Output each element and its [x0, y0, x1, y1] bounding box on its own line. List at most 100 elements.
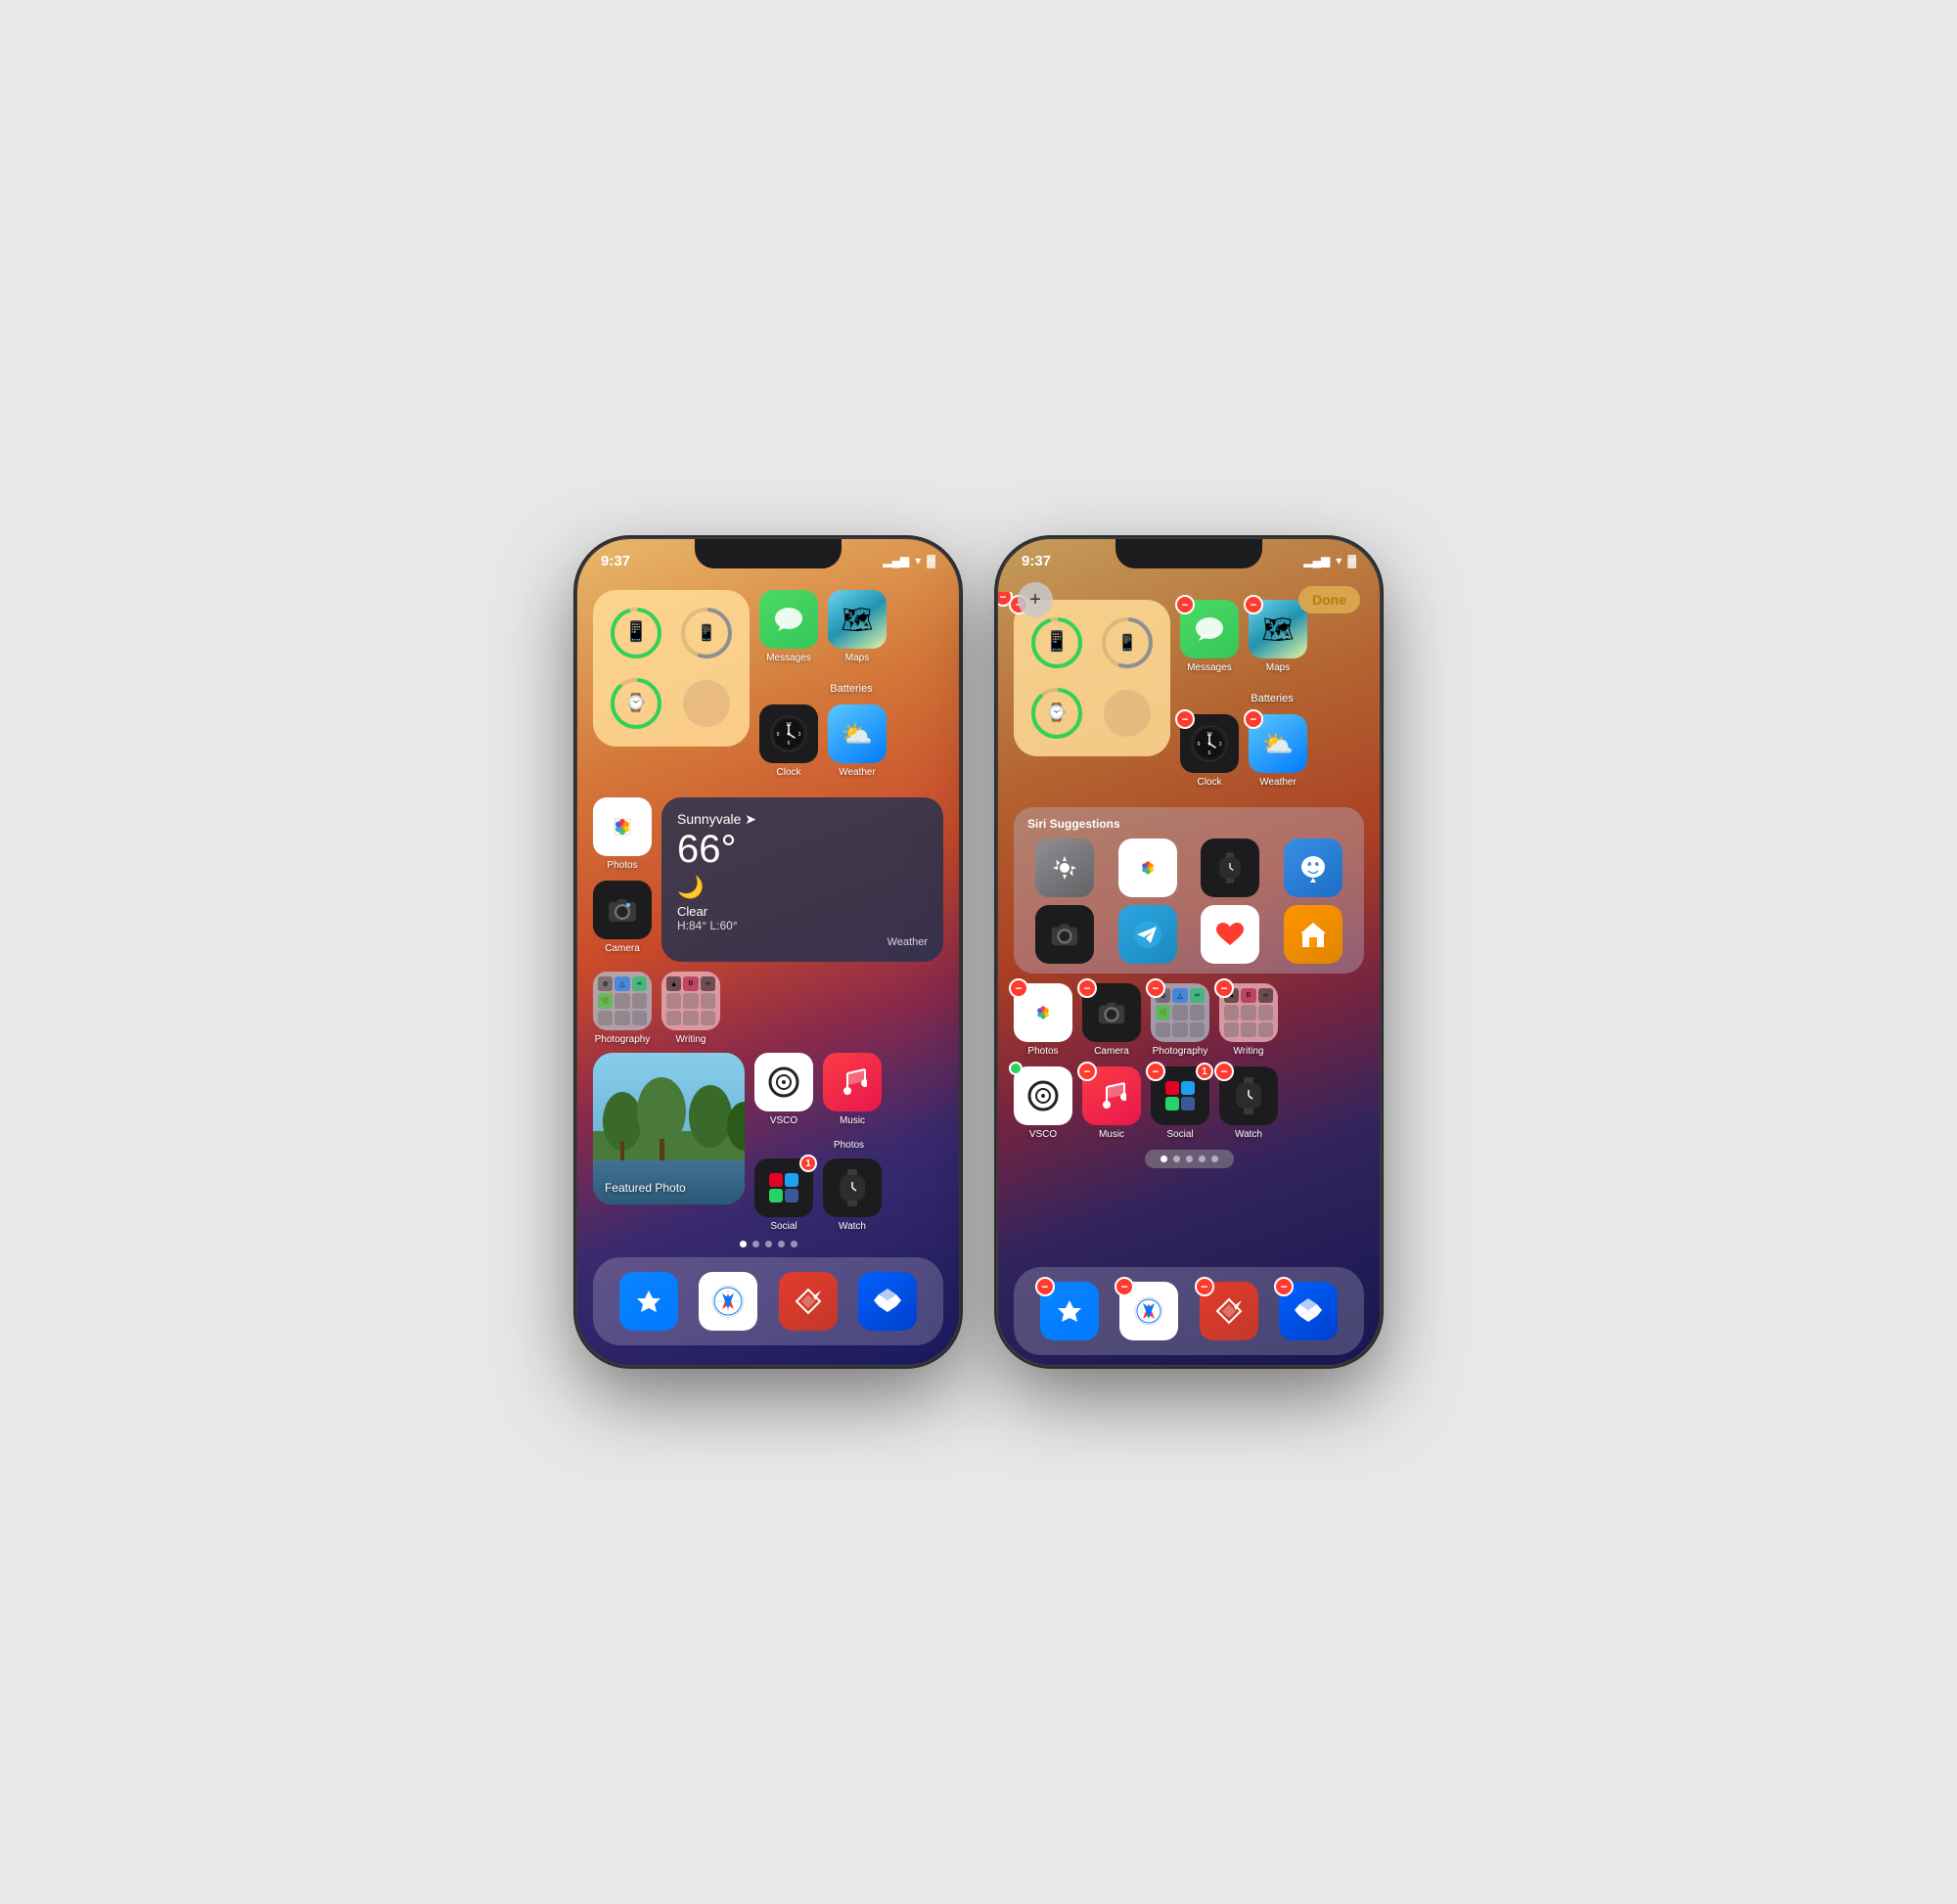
- status-icons: ▂▄▆ ▾ ▓: [883, 554, 935, 567]
- remove-spark[interactable]: −: [1195, 1277, 1214, 1296]
- siri-apps-grid: [1027, 839, 1350, 964]
- siri-home[interactable]: [1276, 905, 1351, 964]
- dock-safari[interactable]: [699, 1272, 757, 1331]
- status-time: 9:37: [601, 553, 630, 569]
- phone-normal: 9:37 ▂▄▆ ▾ ▓ 📱: [577, 539, 959, 1365]
- writing-icon-7: [666, 1011, 681, 1025]
- app-photos-edit[interactable]: − Photos: [1014, 983, 1072, 1057]
- app-messages[interactable]: Messages: [759, 590, 818, 663]
- app-writing-edit[interactable]: − ▲ B ∞ Writing: [1219, 983, 1278, 1057]
- page-dots-edit-wrap: [1014, 1150, 1364, 1168]
- siri-suggestions-title: Siri Suggestions: [1027, 817, 1350, 831]
- app-music-edit[interactable]: − Music: [1082, 1066, 1141, 1140]
- dock-dropbox[interactable]: [858, 1272, 917, 1331]
- folder-icon-4: 🌿: [598, 993, 613, 1008]
- dock-dropbox-edit[interactable]: −: [1279, 1282, 1338, 1340]
- remove-watch[interactable]: −: [1214, 1062, 1234, 1081]
- app-clock-edit[interactable]: − 12 6 9 3: [1180, 714, 1239, 788]
- dock-edit: − −: [1014, 1267, 1364, 1355]
- page-dots: [577, 1241, 959, 1247]
- page-dots-edit: [1145, 1150, 1234, 1168]
- row-featured-apps: Featured Photo: [593, 1053, 943, 1242]
- folder-icon-8: [614, 1011, 629, 1025]
- svg-text:9: 9: [1198, 742, 1201, 748]
- dock-safari-edit[interactable]: −: [1119, 1282, 1178, 1340]
- col-left: Photos Camera: [593, 797, 652, 962]
- edit-dot-1: [1161, 1156, 1167, 1162]
- svg-text:6: 6: [1208, 750, 1211, 756]
- camera-icon: [593, 881, 652, 939]
- siri-suggestions-card: − Siri Suggestions: [1014, 807, 1364, 974]
- siri-settings[interactable]: [1027, 839, 1103, 897]
- add-widget-button[interactable]: +: [1018, 582, 1053, 617]
- app-vsco[interactable]: VSCO: [754, 1053, 813, 1126]
- weather-city: Sunnyvale ➤: [677, 811, 928, 828]
- app-watch[interactable]: Watch: [823, 1158, 882, 1232]
- siri-photos[interactable]: [1111, 839, 1186, 897]
- wifi-icon: ▾: [915, 554, 921, 567]
- app-vsco-edit[interactable]: VSCO: [1014, 1066, 1072, 1140]
- app-camera-edit[interactable]: − Camera: [1082, 983, 1141, 1057]
- siri-camera[interactable]: [1027, 905, 1103, 964]
- dock-appstore[interactable]: [619, 1272, 678, 1331]
- battery-watch-edit: ⌚: [1025, 682, 1088, 745]
- apps-col-right-edit: − Messages − 🗺 Maps: [1180, 600, 1364, 797]
- siri-telegram[interactable]: [1111, 905, 1186, 964]
- vsco-icon: [754, 1053, 813, 1111]
- camera-label: Camera: [605, 943, 640, 954]
- done-button[interactable]: Done: [1298, 586, 1360, 613]
- photos-icon: [593, 797, 652, 856]
- svg-text:3: 3: [798, 732, 801, 738]
- settings-icon: [1035, 839, 1094, 897]
- app-social[interactable]: 1 Social: [754, 1158, 813, 1232]
- writing-folder: ▲ B ∞: [661, 972, 720, 1030]
- watch-label: Watch: [839, 1221, 866, 1232]
- battery-phone2: 📱: [675, 602, 738, 664]
- app-music[interactable]: Music: [823, 1053, 882, 1126]
- photos-icon-siri: [1118, 839, 1177, 897]
- home-content-edit: − 📱: [998, 592, 1380, 1365]
- app-clock[interactable]: 12 6 9 3 Clock: [759, 704, 818, 778]
- app-maps[interactable]: 🗺 Maps: [828, 590, 887, 663]
- weather-widget[interactable]: Sunnyvale ➤ 66° 🌙 Clear H:84° L:60° Weat…: [661, 797, 943, 962]
- app-photos[interactable]: Photos: [593, 797, 652, 871]
- weather-moon-icon: 🌙: [677, 875, 928, 900]
- writing-icon-1: ▲: [666, 976, 681, 991]
- social-badge: 1: [799, 1155, 817, 1172]
- page-dot-1: [740, 1241, 747, 1247]
- remove-photography[interactable]: −: [1146, 978, 1165, 998]
- app-writing[interactable]: ▲ B ∞ Writing: [661, 972, 720, 1045]
- siri-tweetbot[interactable]: [1276, 839, 1351, 897]
- app-weather-icon[interactable]: ⛅ Weather: [828, 704, 887, 778]
- battery-empty: [675, 672, 738, 735]
- dock-appstore-edit[interactable]: −: [1040, 1282, 1099, 1340]
- app-photography[interactable]: ⚙ △ ∞ 🌿 Photography: [593, 972, 652, 1045]
- app-watch-edit[interactable]: − Watch: [1219, 1066, 1278, 1140]
- vsco-dot: [1009, 1062, 1023, 1075]
- dock-spark-edit[interactable]: −: [1200, 1282, 1258, 1340]
- apps-right-col: VSCO: [754, 1053, 943, 1242]
- remove-music[interactable]: −: [1077, 1062, 1097, 1081]
- svg-text:📱: 📱: [1045, 629, 1070, 653]
- siri-watch-app[interactable]: [1193, 839, 1268, 897]
- remove-appstore[interactable]: −: [1035, 1277, 1055, 1296]
- siri-health[interactable]: [1193, 905, 1268, 964]
- batteries-widget[interactable]: 📱 📱: [593, 590, 750, 747]
- remove-social[interactable]: −: [1146, 1062, 1165, 1081]
- batteries-widget-edit[interactable]: 📱 📱: [1014, 600, 1170, 756]
- app-camera[interactable]: Camera: [593, 881, 652, 954]
- dock-spark[interactable]: [779, 1272, 838, 1331]
- remove-clock[interactable]: −: [1175, 709, 1195, 729]
- remove-photos[interactable]: −: [1009, 978, 1028, 998]
- folder-icon-6: [632, 993, 647, 1008]
- app-weather-edit[interactable]: − ⛅ Weather: [1249, 714, 1307, 788]
- remove-weather[interactable]: −: [1244, 709, 1263, 729]
- remove-writing[interactable]: −: [1214, 978, 1234, 998]
- remove-camera[interactable]: −: [1077, 978, 1097, 998]
- home-icon-siri: [1284, 905, 1343, 964]
- app-social-edit[interactable]: − 1 Social: [1151, 1066, 1209, 1140]
- app-photography-edit[interactable]: − ⚙ △ ∞ 🌿 Photography: [1151, 983, 1209, 1057]
- watch-label-edit: Watch: [1235, 1129, 1262, 1140]
- featured-photo-widget[interactable]: Featured Photo: [593, 1053, 745, 1204]
- health-icon-siri: [1201, 905, 1259, 964]
